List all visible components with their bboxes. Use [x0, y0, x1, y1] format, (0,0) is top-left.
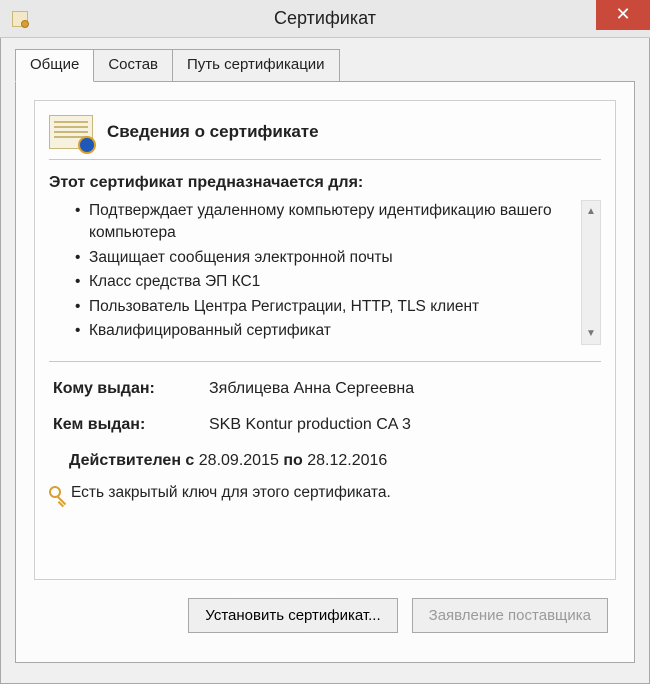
issued-by-row: Кем выдан: SKB Kontur production CA 3	[49, 416, 601, 434]
valid-to-label: по	[283, 452, 302, 469]
list-item: Подтверждает удаленному компьютеру идент…	[75, 200, 577, 245]
scrollbar[interactable]: ▲ ▼	[581, 200, 601, 345]
cert-header: Сведения о сертификате	[49, 115, 601, 149]
validity-row: Действителен с 28.09.2015 по 28.12.2016	[49, 452, 601, 470]
issued-by-value: SKB Kontur production CA 3	[209, 416, 601, 434]
list-item: Пользователь Центра Регистрации, HTTP, T…	[75, 296, 577, 318]
divider	[49, 159, 601, 160]
tab-panel-general: Сведения о сертификате Этот сертификат п…	[15, 81, 635, 663]
tab-general[interactable]: Общие	[15, 49, 94, 82]
issued-to-value: Зяблицева Анна Сергеевна	[209, 380, 601, 398]
purposes-list: Подтверждает удаленному компьютеру идент…	[49, 200, 577, 345]
valid-from-label: Действителен с	[69, 452, 194, 469]
private-key-message: Есть закрытый ключ для этого сертификата…	[71, 484, 391, 502]
scroll-down-icon[interactable]: ▼	[582, 324, 600, 344]
key-icon	[49, 486, 63, 500]
purposes-title: Этот сертификат предназначается для:	[49, 174, 601, 192]
tab-strip: Общие Состав Путь сертификации	[15, 48, 635, 81]
valid-from-value: 28.09.2015	[199, 452, 279, 469]
cert-header-title: Сведения о сертификате	[107, 122, 319, 142]
divider	[49, 361, 601, 362]
issued-by-label: Кем выдан:	[49, 416, 209, 434]
purposes-area: Подтверждает удаленному компьютеру идент…	[49, 200, 601, 345]
tab-composition[interactable]: Состав	[93, 49, 173, 82]
issued-to-label: Кому выдан:	[49, 380, 209, 398]
valid-to-value: 28.12.2016	[307, 452, 387, 469]
button-row: Установить сертификат... Заявление поста…	[34, 598, 616, 633]
list-item: Класс средства ЭП КС1	[75, 271, 577, 293]
private-key-row: Есть закрытый ключ для этого сертификата…	[49, 484, 601, 502]
list-item: Квалифицированный сертификат	[75, 320, 577, 342]
certificate-icon	[49, 115, 93, 149]
tab-cert-path[interactable]: Путь сертификации	[172, 49, 340, 82]
certificate-info-frame: Сведения о сертификате Этот сертификат п…	[34, 100, 616, 580]
install-certificate-button[interactable]: Установить сертификат...	[188, 598, 397, 633]
client-area: Общие Состав Путь сертификации Сведения …	[0, 38, 650, 684]
issued-to-row: Кому выдан: Зяблицева Анна Сергеевна	[49, 380, 601, 398]
window-title: Сертификат	[0, 8, 650, 29]
issuer-statement-button: Заявление поставщика	[412, 598, 608, 633]
scroll-track[interactable]	[582, 221, 600, 324]
scroll-up-icon[interactable]: ▲	[582, 201, 600, 221]
titlebar: Сертификат ✕	[0, 0, 650, 38]
list-item: Защищает сообщения электронной почты	[75, 247, 577, 269]
